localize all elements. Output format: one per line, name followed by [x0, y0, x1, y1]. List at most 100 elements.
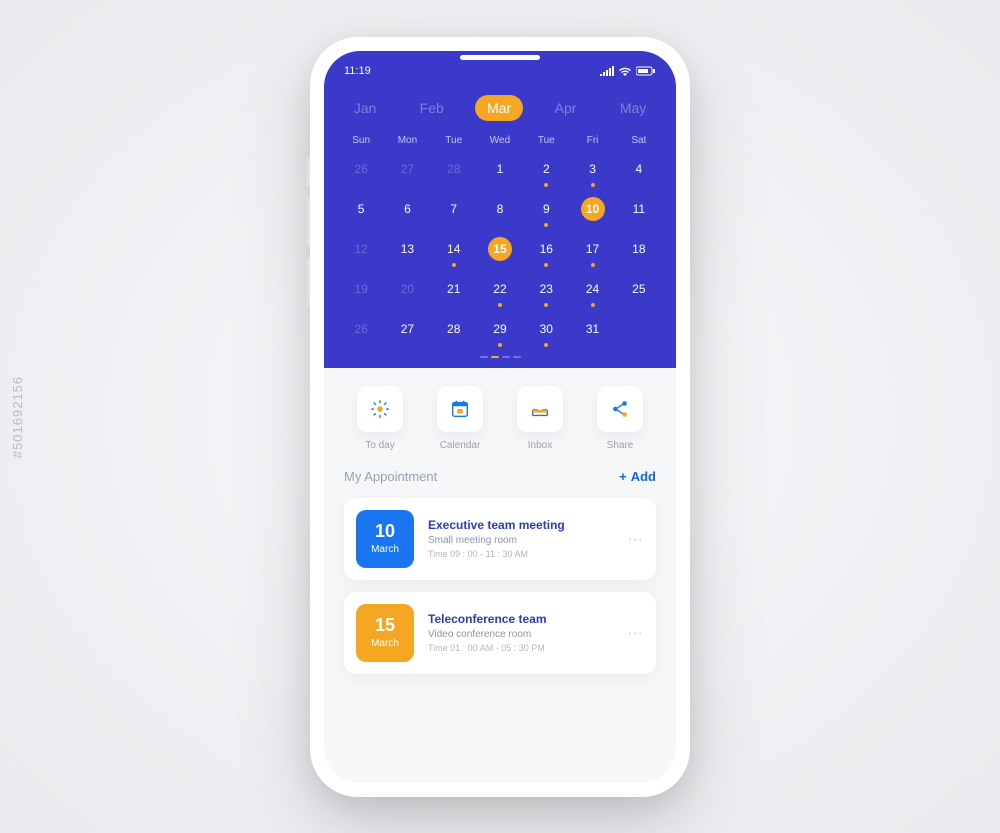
battery-icon [636, 66, 656, 76]
calendar-day[interactable]: 28 [431, 154, 477, 190]
month-apr[interactable]: Apr [543, 95, 589, 121]
qa-label: Calendar [440, 440, 481, 451]
calendar-day[interactable]: 5 [338, 194, 384, 230]
appointment-room: Video conference room [428, 629, 547, 640]
calendar-day[interactable]: 31 [569, 314, 615, 350]
calendar-day[interactable]: 9 [523, 194, 569, 230]
calendar-day[interactable]: 30 [523, 314, 569, 350]
calendar-day[interactable]: 27 [384, 314, 430, 350]
calendar-day[interactable]: 29 [477, 314, 523, 350]
calendar-day[interactable] [616, 314, 662, 350]
calendar-day[interactable]: 26 [338, 154, 384, 190]
weekday-label: Tue [431, 135, 477, 146]
watermark: #501692156 [10, 375, 25, 457]
weekday-label: Sun [338, 135, 384, 146]
calendar-day[interactable]: 28 [431, 314, 477, 350]
appointment-card[interactable]: 10 March Executive team meeting Small me… [344, 498, 656, 580]
event-dot [544, 263, 548, 267]
inbox-icon [517, 386, 563, 432]
calendar-day[interactable]: 25 [616, 274, 662, 310]
pager-dots [324, 350, 676, 360]
appointments-section: My Appointment + Add 10 March Executive … [324, 465, 676, 783]
calendar-day[interactable]: 23 [523, 274, 569, 310]
calendar-day[interactable]: 2 [523, 154, 569, 190]
qa-inbox[interactable]: Inbox [517, 386, 563, 451]
month-may[interactable]: May [608, 95, 658, 121]
calendar-day[interactable]: 20 [384, 274, 430, 310]
appointments-header: My Appointment + Add [344, 469, 656, 484]
month-mar[interactable]: Mar [475, 95, 523, 121]
quick-actions: To day Calendar Inbox Share [324, 368, 676, 465]
appointment-date-badge: 15 March [356, 604, 414, 662]
appointment-room: Small meeting room [428, 535, 565, 546]
calendar-day[interactable]: 14 [431, 234, 477, 270]
calendar-icon [437, 386, 483, 432]
event-dot [591, 263, 595, 267]
add-label: Add [631, 469, 656, 484]
wifi-icon [618, 66, 632, 76]
status-time: 11:19 [344, 65, 371, 77]
calendar-day[interactable]: 6 [384, 194, 430, 230]
status-bar: 11:19 [324, 61, 676, 87]
qa-share[interactable]: Share [597, 386, 643, 451]
calendar-day[interactable]: 13 [384, 234, 430, 270]
calendar-day[interactable]: 11 [616, 194, 662, 230]
event-dot [544, 183, 548, 187]
calendar-day[interactable]: 18 [616, 234, 662, 270]
calendar-day[interactable]: 3 [569, 154, 615, 190]
event-dot [544, 223, 548, 227]
calendar-day[interactable]: 17 [569, 234, 615, 270]
event-dot [544, 343, 548, 347]
weekday-label: Sat [616, 135, 662, 146]
calendar-day[interactable]: 21 [431, 274, 477, 310]
event-dot [591, 303, 595, 307]
add-button[interactable]: + Add [619, 469, 656, 484]
phone-frame: 11:19 Jan Feb Mar Apr May SunMonTueWedTueFri… [310, 37, 690, 797]
calendar-day[interactable]: 27 [384, 154, 430, 190]
today-icon [357, 386, 403, 432]
calendar-day[interactable]: 10 [569, 194, 615, 230]
event-dot [591, 183, 595, 187]
appointment-month: March [371, 544, 399, 555]
status-icons [600, 66, 656, 76]
share-icon [597, 386, 643, 432]
calendar-day[interactable]: 1 [477, 154, 523, 190]
plus-icon: + [619, 469, 627, 484]
weekday-label: Wed [477, 135, 523, 146]
appointment-info: Teleconference team Video conference roo… [428, 604, 547, 662]
calendar-panel: 11:19 Jan Feb Mar Apr May SunMonTueWedTueFri… [324, 51, 676, 368]
qa-label: To day [365, 440, 394, 451]
qa-today[interactable]: To day [357, 386, 403, 451]
month-jan[interactable]: Jan [342, 95, 389, 121]
calendar-day[interactable]: 26 [338, 314, 384, 350]
appointment-time: Time 01 : 00 AM - 05 : 30 PM [428, 643, 547, 653]
weekday-row: SunMonTueWedTueFriSat [324, 135, 676, 154]
calendar-day[interactable]: 4 [616, 154, 662, 190]
appointment-day: 15 [375, 616, 395, 634]
more-icon[interactable]: ⋮ [628, 532, 644, 545]
appointment-time: Time 09 : 00 - 11 : 30 AM [428, 549, 565, 559]
calendar-day[interactable]: 22 [477, 274, 523, 310]
event-dot [544, 303, 548, 307]
appointment-info: Executive team meeting Small meeting roo… [428, 510, 565, 568]
more-icon[interactable]: ⋮ [628, 626, 644, 639]
calendar-grid: 2627281234567891011121314151617181920212… [324, 154, 676, 350]
appointment-month: March [371, 638, 399, 649]
calendar-day[interactable]: 8 [477, 194, 523, 230]
notch [460, 55, 540, 60]
event-dot [498, 303, 502, 307]
calendar-day[interactable]: 15 [477, 234, 523, 270]
weekday-label: Tue [523, 135, 569, 146]
calendar-day[interactable]: 16 [523, 234, 569, 270]
qa-calendar[interactable]: Calendar [437, 386, 483, 451]
screen: 11:19 Jan Feb Mar Apr May SunMonTueWedTueFri… [324, 51, 676, 783]
calendar-day[interactable]: 19 [338, 274, 384, 310]
appointment-card[interactable]: 15 March Teleconference team Video confe… [344, 592, 656, 674]
calendar-day[interactable]: 24 [569, 274, 615, 310]
appointment-name: Teleconference team [428, 612, 547, 626]
month-feb[interactable]: Feb [408, 95, 456, 121]
weekday-label: Mon [384, 135, 430, 146]
calendar-day[interactable]: 12 [338, 234, 384, 270]
calendar-day[interactable]: 7 [431, 194, 477, 230]
signal-icon [600, 66, 614, 76]
